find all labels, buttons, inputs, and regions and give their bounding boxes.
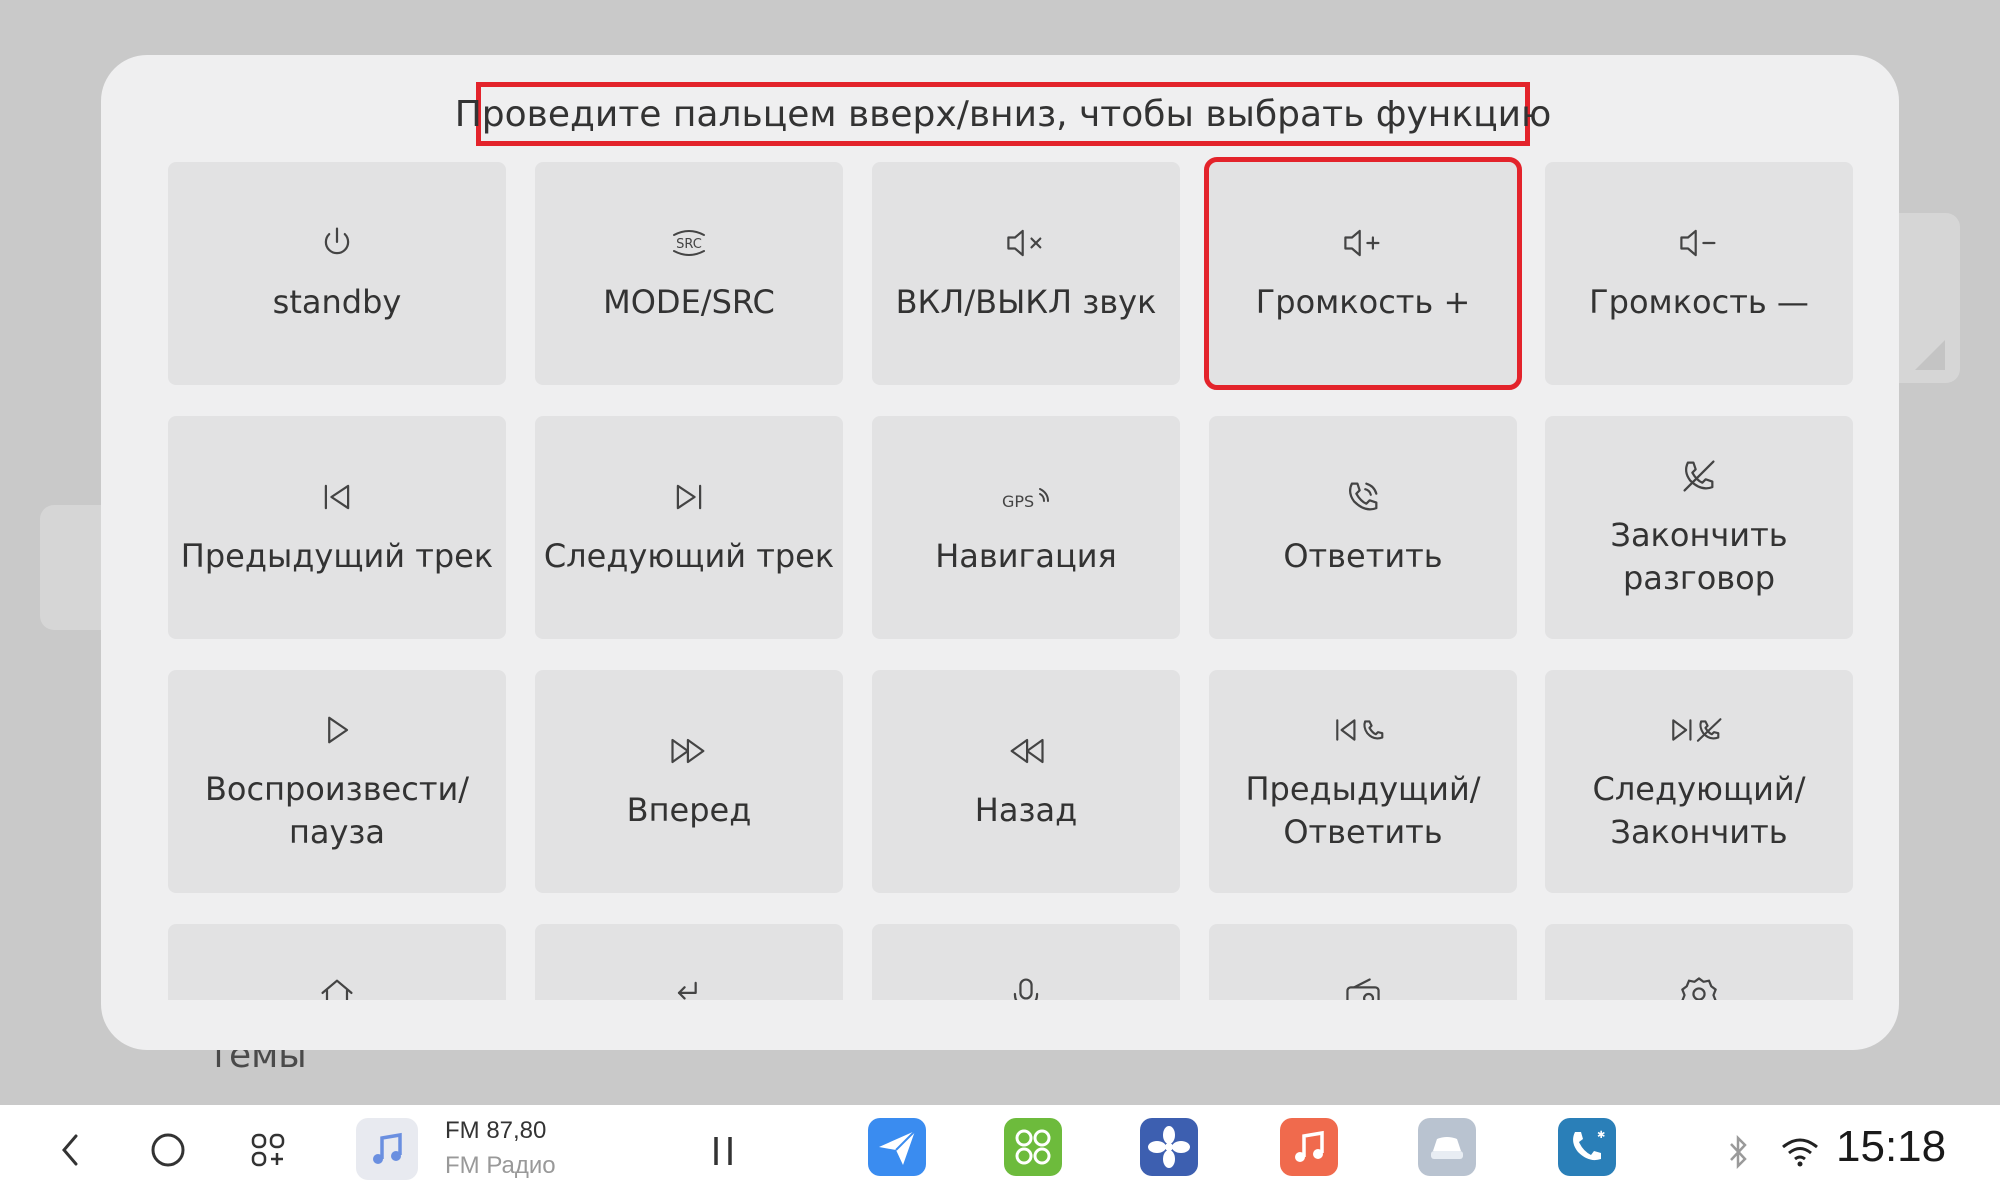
home-icon bbox=[317, 974, 357, 1000]
function-tile[interactable]: Громкость — bbox=[1545, 162, 1853, 385]
function-grid[interactable]: standby SRC MODE/SRC ВКЛ/ВЫКЛ звук Громкость… bbox=[101, 55, 1899, 1000]
navigator-app-icon[interactable] bbox=[868, 1118, 926, 1176]
function-tile[interactable]: Следующий трек bbox=[535, 416, 843, 639]
function-label: Навигация bbox=[935, 537, 1117, 575]
home-icon[interactable] bbox=[145, 1127, 191, 1173]
next-end-icon bbox=[1669, 710, 1729, 750]
car-app-icon[interactable] bbox=[1418, 1118, 1476, 1176]
function-tile[interactable]: Громкость + bbox=[1204, 157, 1522, 390]
function-label: Громкость — bbox=[1589, 283, 1809, 321]
back-icon bbox=[669, 974, 709, 1000]
next-track-icon bbox=[669, 477, 709, 517]
function-label: Предыдущий трек bbox=[180, 537, 494, 575]
media-thumbnail[interactable] bbox=[356, 1118, 418, 1180]
apps-grid-app-icon[interactable] bbox=[1004, 1118, 1062, 1176]
volume-up-icon bbox=[1341, 223, 1385, 263]
src-icon: SRC bbox=[666, 223, 712, 263]
function-tile[interactable]: GPS Навигация bbox=[872, 416, 1180, 639]
media-subtitle: FM Радио bbox=[445, 1152, 556, 1179]
function-label: Закончить разговор bbox=[1610, 515, 1788, 597]
pause-icon[interactable] bbox=[700, 1128, 746, 1174]
function-tile[interactable]: ВКЛ/ВЫКЛ звук bbox=[872, 162, 1180, 385]
radio-icon bbox=[1343, 974, 1383, 1000]
gps-icon: GPS bbox=[1000, 477, 1052, 517]
function-tile[interactable]: SRC MODE/SRC bbox=[535, 162, 843, 385]
previous-answer-icon bbox=[1333, 710, 1393, 750]
function-tile[interactable] bbox=[1545, 924, 1853, 1000]
function-label: Ответить bbox=[1283, 537, 1443, 575]
function-tile[interactable]: standby bbox=[168, 162, 506, 385]
resize-handle-icon bbox=[1915, 340, 1945, 370]
function-tile[interactable]: Следующий/ Закончить bbox=[1545, 670, 1853, 893]
taskbar bbox=[0, 1105, 2000, 1200]
function-label: Вперед bbox=[626, 791, 752, 829]
function-tile[interactable] bbox=[535, 924, 843, 1000]
svg-text:✱: ✱ bbox=[1597, 1130, 1605, 1141]
function-label: Следующий трек bbox=[543, 537, 835, 575]
power-icon bbox=[317, 223, 357, 263]
music-note-icon bbox=[373, 1132, 402, 1164]
function-picker-modal: Проведите пальцем вверх/вниз, чтобы выбр… bbox=[101, 55, 1899, 1050]
microphone-icon bbox=[1006, 974, 1046, 1000]
function-label: standby bbox=[272, 283, 402, 321]
wifi-icon bbox=[1778, 1132, 1822, 1172]
function-label: ВКЛ/ВЫКЛ звук bbox=[895, 283, 1157, 321]
function-tile[interactable]: Закончить разговор bbox=[1545, 416, 1853, 639]
phone-app-icon[interactable]: ✱ bbox=[1558, 1118, 1616, 1176]
rewind-icon bbox=[1004, 731, 1048, 771]
media-title[interactable]: FM 87,80 bbox=[445, 1117, 546, 1145]
function-label: Воспроизвести/ пауза bbox=[204, 769, 470, 851]
function-tile[interactable]: Назад bbox=[872, 670, 1180, 893]
clock: 15:18 bbox=[1836, 1122, 1947, 1171]
end-call-icon bbox=[1679, 456, 1719, 496]
function-tile[interactable]: Предыдущий/ Ответить bbox=[1209, 670, 1517, 893]
function-label: MODE/SRC bbox=[603, 283, 775, 321]
function-tile[interactable]: Предыдущий трек bbox=[168, 416, 506, 639]
music-app-icon[interactable] bbox=[1280, 1118, 1338, 1176]
function-tile[interactable]: Ответить bbox=[1209, 416, 1517, 639]
answer-call-icon bbox=[1343, 477, 1383, 517]
function-tile[interactable] bbox=[872, 924, 1180, 1000]
function-label: Следующий/ Закончить bbox=[1592, 769, 1806, 851]
previous-track-icon bbox=[317, 477, 357, 517]
function-label: Назад bbox=[974, 791, 1078, 829]
function-label: Громкость + bbox=[1255, 283, 1471, 321]
function-tile[interactable] bbox=[1209, 924, 1517, 1000]
function-tile[interactable]: Вперед bbox=[535, 670, 843, 893]
fast-forward-icon bbox=[667, 731, 711, 771]
settings-icon bbox=[1679, 974, 1719, 1000]
climate-fan-app-icon[interactable] bbox=[1140, 1118, 1198, 1176]
function-tile[interactable] bbox=[168, 924, 506, 1000]
volume-down-icon bbox=[1677, 223, 1721, 263]
back-icon[interactable] bbox=[50, 1125, 90, 1175]
bluetooth-icon bbox=[1720, 1132, 1756, 1172]
svg-text:SRC: SRC bbox=[676, 237, 702, 252]
mute-icon bbox=[1004, 223, 1048, 263]
function-tile[interactable]: Воспроизвести/ пауза bbox=[168, 670, 506, 893]
function-label: Предыдущий/ Ответить bbox=[1245, 769, 1481, 851]
play-icon bbox=[317, 710, 357, 750]
svg-text:GPS: GPS bbox=[1002, 492, 1034, 511]
apps-icon[interactable] bbox=[245, 1127, 291, 1173]
